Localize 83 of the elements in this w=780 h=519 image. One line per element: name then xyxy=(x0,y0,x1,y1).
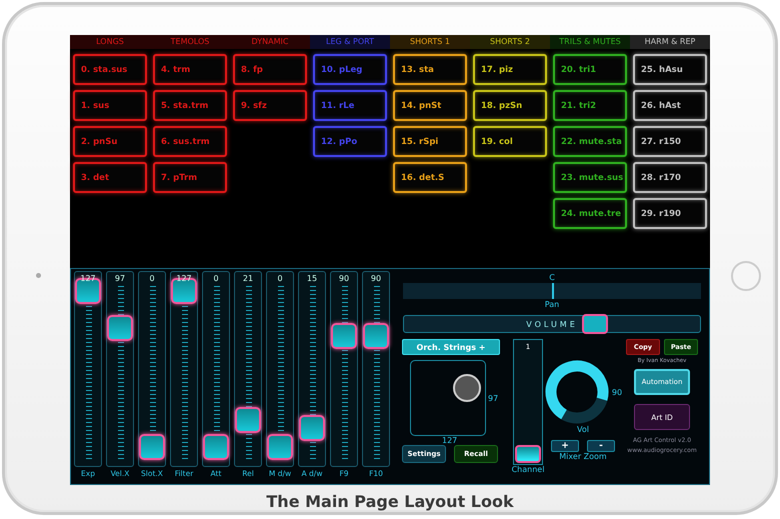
fader-value: 97 xyxy=(114,274,126,283)
articulation-button[interactable]: 6. sus.trm xyxy=(153,126,227,157)
caption: The Main Page Layout Look xyxy=(265,492,515,511)
fader-thumb[interactable] xyxy=(203,434,229,460)
articulation-button[interactable]: 21. tri2 xyxy=(553,90,627,121)
articulation-button[interactable]: 2. pnSu xyxy=(73,126,147,157)
fader-value: 0 xyxy=(276,274,284,283)
articulation-button[interactable]: 7. pTrm xyxy=(153,162,227,193)
fader-track[interactable]: 97 xyxy=(106,271,134,467)
articulation-button[interactable]: 16. det.S xyxy=(393,162,467,193)
articulation-button[interactable]: 14. pnSt xyxy=(393,90,467,121)
column-header: TRILS & MUTES xyxy=(550,35,630,49)
fader-track[interactable]: 127 xyxy=(74,271,102,467)
fader-thumb[interactable] xyxy=(139,434,165,460)
y-reading: 97 xyxy=(488,394,498,402)
fader-thumb[interactable] xyxy=(107,315,133,342)
fader-value: 127 xyxy=(175,274,193,283)
fader-thumb[interactable] xyxy=(267,434,293,460)
articulation-button[interactable]: 15. rSpi xyxy=(393,126,467,157)
articulation-button[interactable]: 4. trm xyxy=(153,54,227,85)
column-header: DYNAMIC xyxy=(230,35,310,49)
articulation-button[interactable]: 13. sta xyxy=(393,54,467,85)
fader-value: 15 xyxy=(306,274,318,283)
fader-track[interactable]: 0 xyxy=(138,271,166,467)
articulation-button[interactable]: 8. fp xyxy=(233,54,307,85)
fader-value: 21 xyxy=(242,274,254,283)
camera-dot xyxy=(36,273,41,278)
fader-value: 0 xyxy=(148,274,156,283)
articulation-button[interactable]: 25. hAsu xyxy=(633,54,707,85)
pan-label: Pan xyxy=(544,300,560,309)
xy-puck[interactable] xyxy=(453,374,481,402)
articulation-button[interactable]: 20. tri1 xyxy=(553,54,627,85)
knob-reading: 90 xyxy=(612,388,622,396)
fader-track[interactable]: 0 xyxy=(202,271,230,467)
zoom-button[interactable]: + xyxy=(551,440,579,452)
channel-label: Channel xyxy=(512,465,544,474)
fader-track[interactable]: 15 xyxy=(298,271,326,467)
volume-knob[interactable] xyxy=(544,359,610,425)
articulation-button[interactable]: 9. sfz xyxy=(233,90,307,121)
zoom-label: Mixer Zoom xyxy=(559,452,607,461)
channel-thumb[interactable] xyxy=(515,445,541,463)
column-header: LONGS xyxy=(70,35,150,49)
fader-value: 0 xyxy=(212,274,220,283)
volume-thumb[interactable] xyxy=(582,314,608,334)
articulation-button[interactable]: 26. hAst xyxy=(633,90,707,121)
fader-thumb[interactable] xyxy=(299,415,325,442)
fader-track[interactable]: 90 xyxy=(362,271,390,467)
x-reading: 127 xyxy=(442,436,458,445)
fader-thumb[interactable] xyxy=(363,323,389,350)
fader-track[interactable]: 0 xyxy=(266,271,294,467)
column-header: TEMOLOS xyxy=(150,35,230,49)
pan-slider[interactable] xyxy=(403,283,701,299)
articulation-button[interactable]: 18. pzSn xyxy=(473,90,547,121)
volume-label: VOLUME xyxy=(526,320,578,328)
fader-thumb[interactable] xyxy=(235,407,261,434)
pan-center-label: C xyxy=(549,273,555,282)
articulation-button[interactable]: 29. r190 xyxy=(633,198,707,229)
articulation-button[interactable]: 0. sta.sus xyxy=(73,54,147,85)
volume-slider[interactable]: VOLUME xyxy=(403,315,701,333)
column-header: LEG & PORT xyxy=(310,35,390,49)
articulation-button[interactable]: 17. piz xyxy=(473,54,547,85)
fader-value: 90 xyxy=(338,274,350,283)
articulation-button[interactable]: 3. det xyxy=(73,162,147,193)
fader-track[interactable]: 21 xyxy=(234,271,262,467)
articulation-button[interactable]: 28. r170 xyxy=(633,162,707,193)
articulation-button[interactable]: 22. mute.sta xyxy=(553,126,627,157)
articulation-button[interactable]: 1. sus xyxy=(73,90,147,121)
fader-thumb[interactable] xyxy=(331,323,357,350)
fader-value: 90 xyxy=(370,274,382,283)
column-header: SHORTS 2 xyxy=(470,35,550,49)
fader-track[interactable]: 127 xyxy=(170,271,198,467)
articulation-button[interactable]: 23. mute.sus xyxy=(553,162,627,193)
xy-pad[interactable] xyxy=(410,360,486,436)
articulation-button[interactable]: 27. r150 xyxy=(633,126,707,157)
articulation-button[interactable]: 19. col xyxy=(473,126,547,157)
column-header: SHORTS 1 xyxy=(390,35,470,49)
fader-track[interactable]: 90 xyxy=(330,271,358,467)
articulation-button[interactable]: 24. mute.tre xyxy=(553,198,627,229)
column-header: HARM & REP xyxy=(630,35,710,49)
zoom-button[interactable]: - xyxy=(587,440,615,452)
knob-label: Vol xyxy=(577,425,589,434)
fader-value: 127 xyxy=(79,274,97,283)
articulation-button[interactable]: 5. sta.trm xyxy=(153,90,227,121)
